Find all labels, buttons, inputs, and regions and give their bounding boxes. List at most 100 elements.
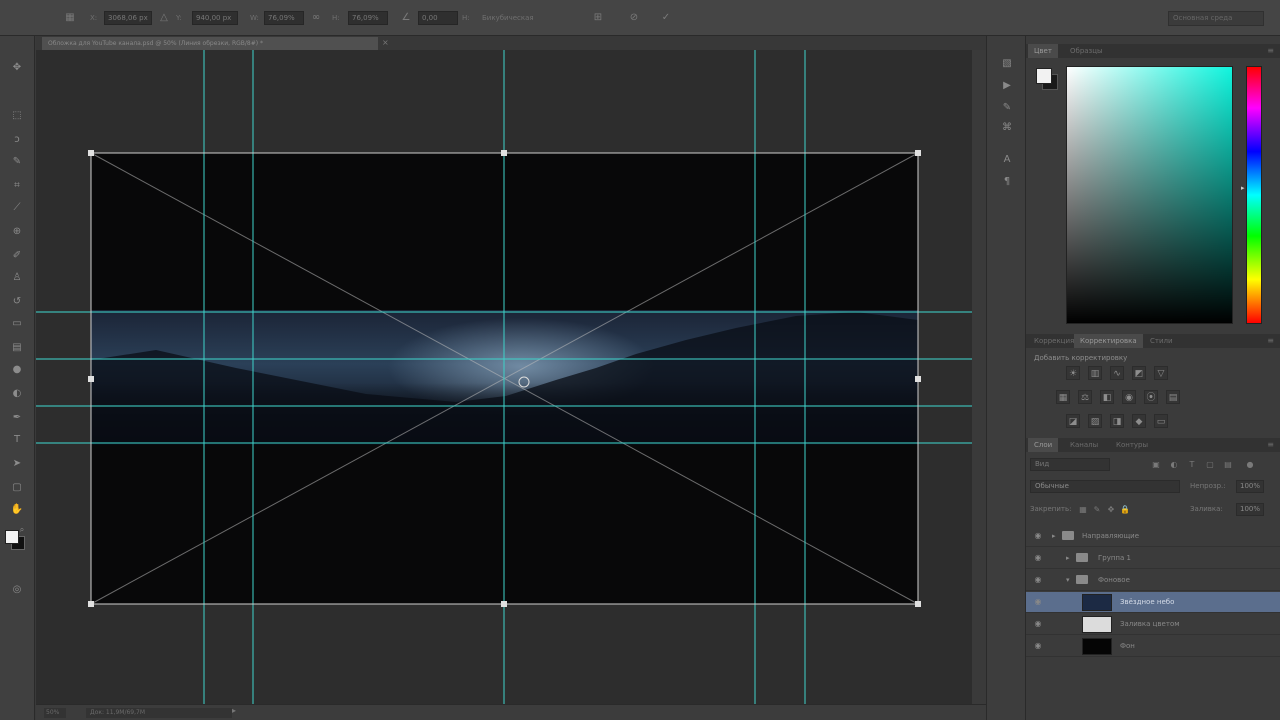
exposure-icon[interactable]: ◩ [1132, 366, 1146, 380]
color-panel-menu-icon[interactable]: ≡ [1267, 44, 1274, 58]
tab-layers[interactable]: Слои [1028, 438, 1059, 452]
tab-channels[interactable]: Каналы [1064, 438, 1104, 452]
tab-styles[interactable]: Стили [1144, 334, 1179, 348]
tab-swatches[interactable]: Образцы [1064, 44, 1109, 58]
eraser-tool-icon[interactable]: ▭ [9, 316, 25, 332]
commit-transform-icon[interactable]: ✓ [660, 11, 672, 24]
fill-field[interactable]: 100% [1236, 503, 1264, 516]
layer-name[interactable]: Группа 1 [1098, 552, 1131, 564]
history-panel-icon[interactable]: ▧ [999, 56, 1015, 72]
rotation-field[interactable]: 0,00 [418, 11, 458, 25]
paragraph-panel-icon[interactable]: ¶ [999, 174, 1015, 190]
shape-tool-icon[interactable]: ▢ [9, 480, 25, 496]
gradient-map-icon[interactable]: ▭ [1154, 414, 1168, 428]
visibility-eye-icon[interactable]: ◉ [1032, 618, 1044, 630]
width-scale-field[interactable]: 76,09% [264, 11, 304, 25]
foreground-color-swatch[interactable] [5, 530, 19, 544]
hue-slider[interactable] [1246, 66, 1262, 324]
visibility-eye-icon[interactable]: ◉ [1032, 530, 1044, 542]
tab-paths[interactable]: Контуры [1110, 438, 1154, 452]
brightness-contrast-icon[interactable]: ☀ [1066, 366, 1080, 380]
cancel-transform-icon[interactable]: ⊘ [628, 11, 640, 24]
interpolation-select[interactable]: Бикубическая [482, 12, 534, 24]
quick-mask-icon[interactable]: ◎ [9, 582, 25, 598]
color-panel-fg-swatch[interactable] [1036, 68, 1052, 84]
reference-point-icon[interactable]: ▦ [64, 11, 76, 24]
color-lookup-icon[interactable]: ▤ [1166, 390, 1180, 404]
document-info[interactable]: Док: 11,9M/69,7M [86, 708, 232, 718]
character-panel-icon[interactable]: A [999, 152, 1015, 168]
tab-color[interactable]: Цвет [1028, 44, 1058, 58]
healing-brush-tool-icon[interactable]: ⊕ [9, 224, 25, 240]
brush-tool-icon[interactable]: ✐ [9, 248, 25, 264]
x-position-field[interactable]: 3068,06 px [104, 11, 152, 25]
expand-chevron-icon[interactable]: ▸ [1052, 530, 1056, 542]
lock-position-icon[interactable]: ✥ [1106, 503, 1116, 516]
lasso-tool-icon[interactable]: ↄ [9, 132, 25, 148]
visibility-eye-icon[interactable]: ◉ [1032, 596, 1044, 608]
layer-name[interactable]: Фон [1120, 640, 1135, 652]
color-spectrum-field[interactable] [1066, 66, 1233, 324]
layer-row[interactable]: ◉ ▸ Группа 1 [1026, 548, 1280, 569]
blur-tool-icon[interactable]: ● [9, 362, 25, 378]
eyedropper-tool-icon[interactable]: ⟋ [9, 200, 25, 216]
close-tab-icon[interactable]: × [382, 36, 389, 50]
blend-mode-select[interactable]: Обычные [1030, 480, 1180, 493]
link-icon[interactable]: ∞ [310, 11, 322, 24]
opacity-field[interactable]: 100% [1236, 480, 1264, 493]
layer-name[interactable]: Фоновое [1098, 574, 1130, 586]
status-menu-icon[interactable]: ▸ [232, 706, 236, 715]
pen-tool-icon[interactable]: ✒ [9, 410, 25, 426]
threshold-icon[interactable]: ◨ [1110, 414, 1124, 428]
history-brush-tool-icon[interactable]: ↺ [9, 294, 25, 310]
hue-saturation-icon[interactable]: ▦ [1056, 390, 1070, 404]
lock-all-icon[interactable]: 🔒 [1120, 503, 1130, 516]
brush-presets-icon[interactable]: ⌘ [999, 120, 1015, 136]
tab-correction[interactable]: Коррекция [1028, 334, 1080, 348]
document-tab[interactable]: Обложка для YouTube канала.psd @ 50% (Ли… [42, 37, 378, 50]
photo-filter-icon[interactable]: ◉ [1122, 390, 1136, 404]
layer-name[interactable]: Заливка цветом [1120, 618, 1180, 630]
height-scale-field[interactable]: 76,09% [348, 11, 388, 25]
workspace-switcher[interactable]: Основная среда [1168, 11, 1264, 26]
adjustments-menu-icon[interactable]: ≡ [1267, 334, 1274, 348]
selective-color-icon[interactable]: ◆ [1132, 414, 1146, 428]
marquee-tool-icon[interactable]: ⬚ [9, 108, 25, 124]
vibrance-icon[interactable]: ▽ [1154, 366, 1168, 380]
filter-adjustment-icon[interactable]: ◐ [1168, 458, 1180, 471]
filter-pixel-icon[interactable]: ▣ [1150, 458, 1162, 471]
relative-position-icon[interactable]: △ [158, 11, 170, 24]
reference-point[interactable] [518, 376, 530, 388]
filter-shape-icon[interactable]: ▢ [1204, 458, 1216, 471]
filter-smart-icon[interactable]: ▤ [1222, 458, 1234, 471]
layer-row[interactable]: ◉ ▸ Направляющие [1026, 526, 1280, 547]
type-tool-icon[interactable]: T [9, 432, 25, 448]
visibility-eye-icon[interactable]: ◉ [1032, 552, 1044, 564]
visibility-eye-icon[interactable]: ◉ [1032, 574, 1044, 586]
curves-icon[interactable]: ∿ [1110, 366, 1124, 380]
zoom-level[interactable]: 50% [44, 708, 66, 718]
channel-mixer-icon[interactable]: ⦿ [1144, 390, 1158, 404]
expand-chevron-icon[interactable]: ▾ [1066, 574, 1070, 586]
layer-row-selected[interactable]: ◉ Звёздное небо [1026, 592, 1280, 613]
layer-name[interactable]: Звёздное небо [1120, 596, 1174, 608]
filter-type-icon[interactable]: T [1186, 458, 1198, 471]
lock-transparent-icon[interactable]: ▦ [1078, 503, 1088, 516]
hand-tool-icon[interactable]: ✋ [9, 502, 25, 518]
gradient-tool-icon[interactable]: ▤ [9, 340, 25, 356]
lock-image-icon[interactable]: ✎ [1092, 503, 1102, 516]
expand-chevron-icon[interactable]: ▸ [1066, 552, 1070, 564]
filter-toggle-icon[interactable]: ● [1244, 458, 1256, 471]
visibility-eye-icon[interactable]: ◉ [1032, 640, 1044, 652]
layer-row[interactable]: ◉ Заливка цветом [1026, 614, 1280, 635]
invert-icon[interactable]: ◪ [1066, 414, 1080, 428]
path-select-tool-icon[interactable]: ➤ [9, 456, 25, 472]
y-position-field[interactable]: 940,00 px [192, 11, 238, 25]
quick-select-tool-icon[interactable]: ✎ [9, 154, 25, 170]
posterize-icon[interactable]: ▨ [1088, 414, 1102, 428]
layer-name[interactable]: Направляющие [1082, 530, 1139, 542]
dodge-tool-icon[interactable]: ◐ [9, 386, 25, 402]
levels-icon[interactable]: ▥ [1088, 366, 1102, 380]
canvas-area[interactable] [36, 50, 972, 704]
layer-filter-select[interactable]: Вид [1030, 458, 1110, 471]
